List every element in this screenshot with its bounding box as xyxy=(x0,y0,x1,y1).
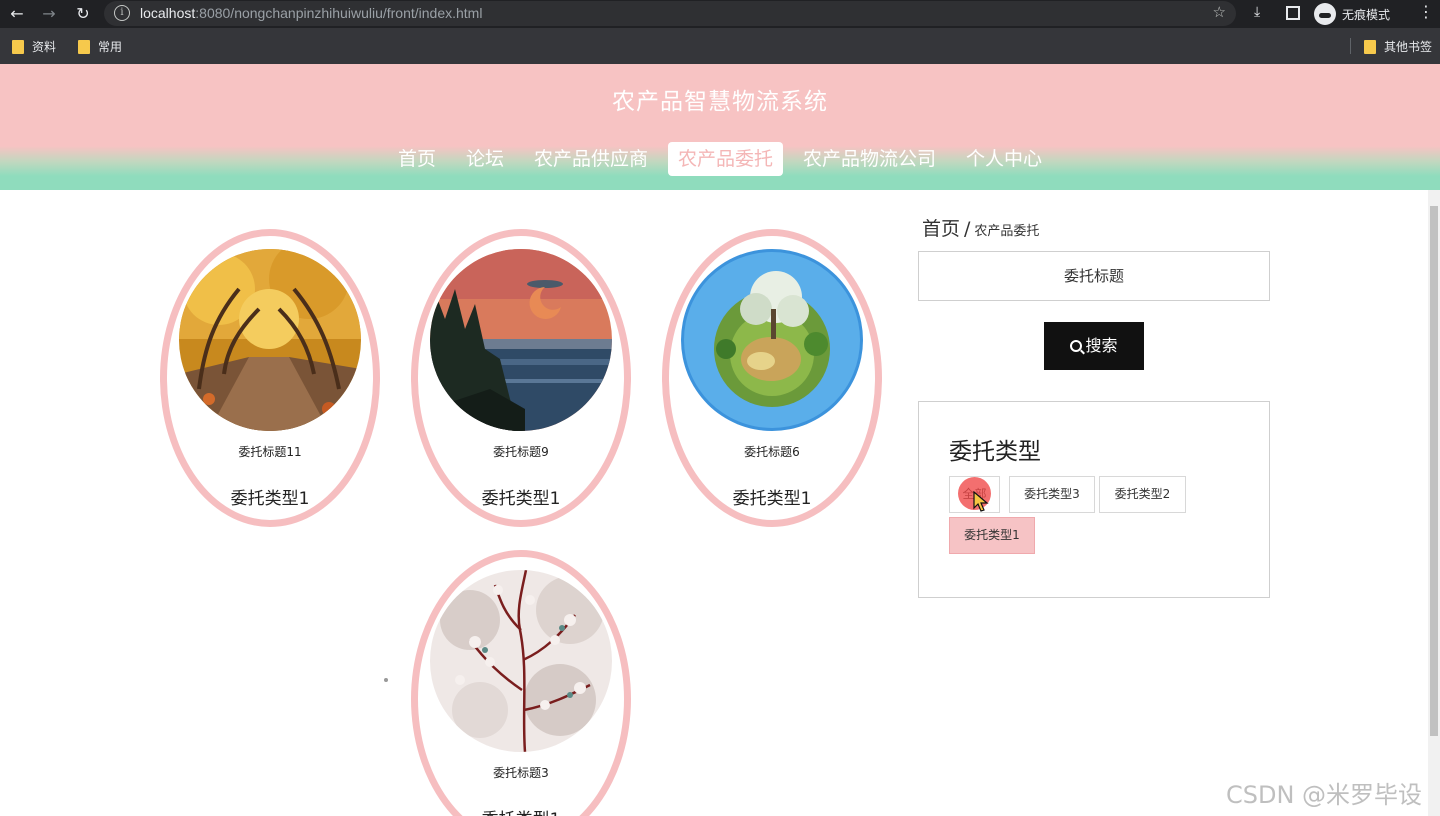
commission-card[interactable]: 委托标题6 委托类型1 xyxy=(662,229,882,527)
browser-toolbar: ← → ↻ i localhost:8080/nongchanpinzhihui… xyxy=(0,0,1440,28)
bookmark-divider xyxy=(1350,38,1351,54)
nav-suppliers[interactable]: 农产品供应商 xyxy=(524,142,658,176)
search-icon xyxy=(1070,340,1083,352)
url-host: localhost xyxy=(140,5,196,21)
commission-card[interactable]: 委托标题9 委托类型1 xyxy=(411,229,631,527)
autumn-tree-avenue-image[interactable] xyxy=(179,249,361,431)
nav-forum[interactable]: 论坛 xyxy=(456,142,514,176)
folder-icon xyxy=(12,39,24,54)
breadcrumb-separator: / xyxy=(964,218,971,240)
card-type: 委托类型1 xyxy=(732,489,812,509)
tag-type-3[interactable]: 委托类型3 xyxy=(1009,476,1095,513)
folder-icon xyxy=(1364,39,1376,54)
reload-icon[interactable]: ↻ xyxy=(72,3,94,25)
download-icon[interactable]: ⤓ xyxy=(1254,4,1260,20)
stray-dot xyxy=(384,678,388,682)
card-title: 委托标题9 xyxy=(493,445,549,459)
cherry-blossom-branch-image[interactable] xyxy=(430,570,612,752)
nav-personal-center[interactable]: 个人中心 xyxy=(956,142,1052,176)
side-panel-icon[interactable] xyxy=(1286,6,1300,20)
folder-icon xyxy=(78,39,90,54)
scrollbar-thumb[interactable] xyxy=(1430,206,1438,736)
breadcrumb-home[interactable]: 首页 xyxy=(922,218,960,240)
incognito-indicator[interactable]: 无痕模式 xyxy=(1314,2,1390,26)
bookmark-folder-2[interactable]: 常用 xyxy=(78,38,122,55)
main-nav: 首页 论坛 农产品供应商 农产品委托 农产品物流公司 个人中心 xyxy=(0,142,1440,176)
commission-card[interactable]: 委托标题3 委托类型1 xyxy=(411,550,631,816)
bookmark-label: 资料 xyxy=(32,40,57,54)
card-title: 委托标题6 xyxy=(744,445,800,459)
address-bar[interactable]: i localhost:8080/nongchanpinzhihuiwuliu/… xyxy=(104,1,1236,26)
nav-home[interactable]: 首页 xyxy=(388,142,446,176)
site-info-icon[interactable]: i xyxy=(114,5,130,21)
commission-card[interactable]: 委托标题11 委托类型1 xyxy=(160,229,380,527)
url-path: :8080/nongchanpinzhihuiwuliu/front/index… xyxy=(195,5,483,21)
watermark: CSDN @米罗毕设 xyxy=(1226,781,1423,809)
incognito-label: 无痕模式 xyxy=(1342,7,1391,22)
breadcrumb: 首页 / 农产品委托 xyxy=(922,214,1039,241)
site-title: 农产品智慧物流系统 xyxy=(612,89,828,115)
type-filter-heading: 委托类型 xyxy=(949,439,1041,465)
card-title: 委托标题11 xyxy=(238,445,302,459)
site-header: 农产品智慧物流系统 首页 论坛 农产品供应商 农产品委托 农产品物流公司 个人中… xyxy=(0,64,1440,190)
card-type: 委托类型1 xyxy=(481,489,561,509)
bookmark-label: 常用 xyxy=(98,40,123,54)
forward-arrow-icon[interactable]: → xyxy=(38,3,60,25)
back-arrow-icon[interactable]: ← xyxy=(6,3,28,25)
nav-commission[interactable]: 农产品委托 xyxy=(668,142,784,176)
tag-type-1[interactable]: 委托类型1 xyxy=(949,517,1035,554)
tag-type-2[interactable]: 委托类型2 xyxy=(1099,476,1186,513)
card-type: 委托类型1 xyxy=(230,489,310,509)
other-bookmarks-label: 其他书签 xyxy=(1384,40,1433,54)
search-input[interactable]: 委托标题 xyxy=(918,251,1270,301)
other-bookmarks[interactable]: 其他书签 xyxy=(1364,38,1432,55)
card-type: 委托类型1 xyxy=(418,805,624,816)
bookmarks-bar: 资料 常用 其他书签 xyxy=(0,28,1440,64)
nav-logistics-company[interactable]: 农产品物流公司 xyxy=(793,142,946,176)
url-text[interactable]: localhost:8080/nongchanpinzhihuiwuliu/fr… xyxy=(140,5,482,21)
tiny-planet-landscape-image[interactable] xyxy=(681,249,863,431)
card-title: 委托标题3 xyxy=(493,766,549,780)
breadcrumb-current: 农产品委托 xyxy=(974,224,1040,239)
search-button[interactable]: 搜索 xyxy=(1044,322,1144,370)
mouse-cursor-icon xyxy=(973,491,989,512)
bookmark-star-icon[interactable]: ☆ xyxy=(1213,3,1226,21)
bookmark-folder-1[interactable]: 资料 xyxy=(12,38,56,55)
search-button-label: 搜索 xyxy=(1085,336,1118,355)
incognito-icon xyxy=(1314,3,1336,25)
lake-moon-sunset-image[interactable] xyxy=(430,249,612,431)
menu-dots-icon[interactable]: ⋮ xyxy=(1418,2,1434,21)
